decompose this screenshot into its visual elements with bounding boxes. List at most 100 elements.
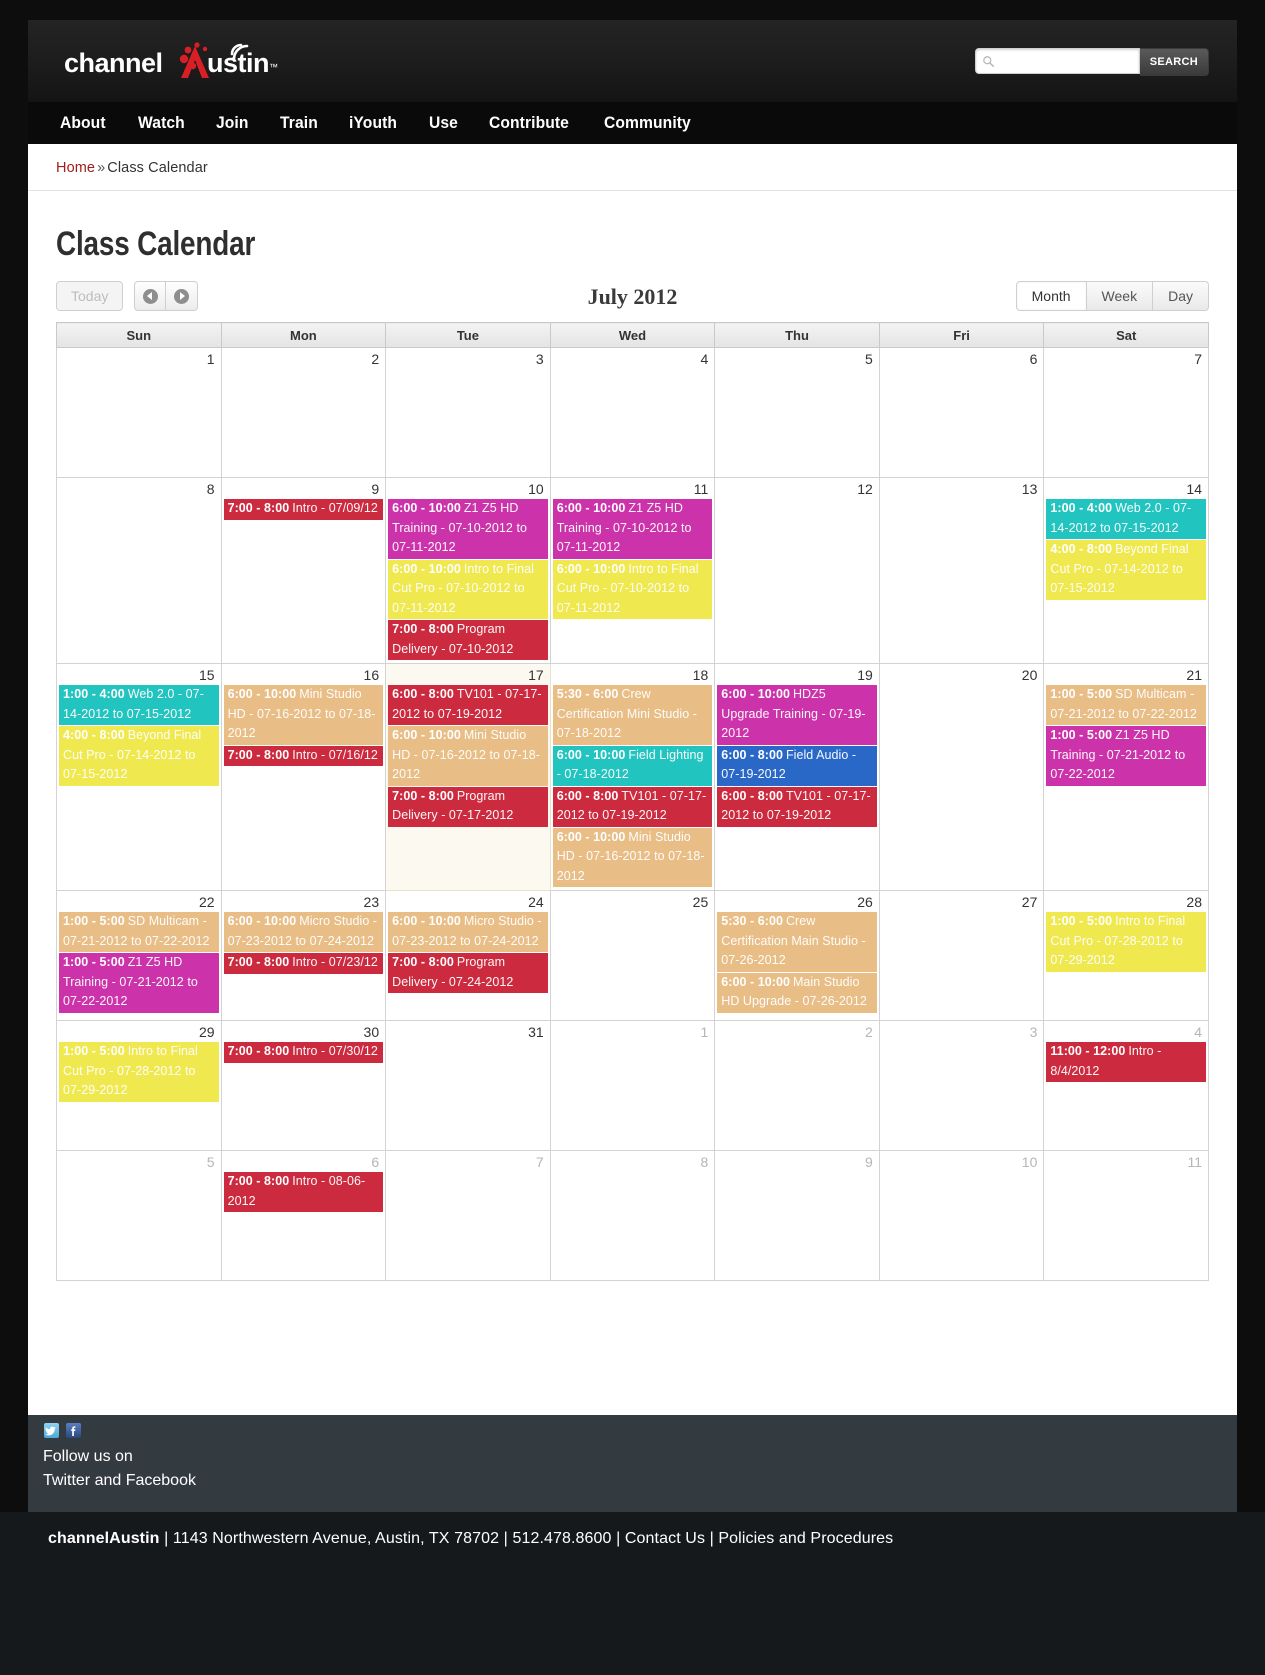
calendar-event[interactable]: 7:00 - 8:00 Intro - 07/30/12 <box>223 1042 384 1063</box>
calendar-event[interactable]: 7:00 - 8:00 Intro - 08-06-2012 <box>223 1172 384 1212</box>
calendar-event[interactable]: 6:00 - 10:00 Micro Studio - 07-23-2012 to… <box>388 912 548 952</box>
calendar-event[interactable]: 11:00 - 12:00 Intro - 8/4/2012 <box>1046 1042 1206 1082</box>
calendar-day-cell[interactable]: 19 6:00 - 10:00 HDZ5 Upgrade Training - 07… <box>714 663 880 891</box>
calendar-event[interactable]: 7:00 - 8:00 Program Delivery - 07-24-2012 <box>388 953 548 993</box>
calendar-day-cell[interactable]: 4 11:00 - 12:00 Intro - 8/4/2012 <box>1043 1020 1209 1151</box>
nav-item-train[interactable]: Train <box>280 113 318 133</box>
calendar-event[interactable]: 6:00 - 10:00 Field Lighting - 07-18-2012 <box>552 745 713 786</box>
search-input[interactable] <box>994 50 1133 72</box>
calendar-day-cell[interactable]: 6 7:00 - 8:00 Intro - 08-06-2012 <box>220 1150 387 1281</box>
nav-item-community[interactable]: Community <box>604 113 691 133</box>
calendar-day-cell[interactable]: 5 <box>714 347 880 478</box>
calendar-event[interactable]: 4:00 - 8:00 Beyond Final Cut Pro - 07-14-… <box>59 726 219 786</box>
footer-contact-link[interactable]: Contact Us <box>625 1530 705 1547</box>
calendar-event[interactable]: 1:00 - 4:00 Web 2.0 - 07-14-2012 to 07-15… <box>59 685 219 725</box>
footer-policies-link[interactable]: Policies and Procedures <box>718 1530 893 1547</box>
calendar-event[interactable]: 1:00 - 4:00 Web 2.0 - 07-14-2012 to 07-15… <box>1046 499 1206 539</box>
calendar-day-cell[interactable]: 12 <box>714 477 880 664</box>
calendar-event[interactable]: 6:00 - 10:00 Mini Studio HD - 07-16-2012 … <box>223 685 384 745</box>
calendar-day-cell[interactable]: 4 <box>549 347 716 478</box>
calendar-event[interactable]: 1:00 - 5:00 SD Multicam - 07-21-2012 to 0… <box>1046 685 1206 725</box>
nav-item-use[interactable]: Use <box>429 113 458 133</box>
calendar-day-cell[interactable]: 8 <box>549 1150 716 1281</box>
search-button[interactable]: SEARCH <box>1139 48 1209 76</box>
nav-item-contribute[interactable]: Contribute <box>489 113 569 133</box>
channelaustin-logo[interactable]: channel ustin ™ <box>64 40 314 88</box>
calendar-day-cell[interactable]: 15 1:00 - 4:00 Web 2.0 - 07-14-2012 to 07-… <box>56 663 222 891</box>
calendar-event[interactable]: 6:00 - 10:00 Intro to Final Cut Pro - 07-… <box>552 559 713 619</box>
nav-item-about[interactable]: About <box>60 113 106 133</box>
calendar-event[interactable]: 7:00 - 8:00 Intro - 07/09/12 <box>223 499 384 520</box>
calendar-event[interactable]: 6:00 - 10:00 Z1 Z5 HD Training - 07-10-20… <box>388 499 548 559</box>
nav-item-join[interactable]: Join <box>216 113 249 133</box>
calendar-event[interactable]: 5:30 - 6:00 Crew Certification Main Studi… <box>717 912 877 972</box>
calendar-day-cell[interactable]: 23 6:00 - 10:00 Micro Studio - 07-23-2012 … <box>220 890 387 1021</box>
calendar-event[interactable]: 6:00 - 10:00 Main Studio HD Upgrade - 07-… <box>717 972 877 1013</box>
calendar-day-cell[interactable]: 20 <box>878 663 1045 891</box>
calendar-event[interactable]: 7:00 - 8:00 Intro - 07/23/12 <box>223 953 384 974</box>
calendar-day-cell[interactable]: 1 <box>56 347 222 478</box>
calendar-day-cell[interactable]: 30 7:00 - 8:00 Intro - 07/30/12 <box>220 1020 387 1151</box>
calendar-day-cell[interactable]: 28 1:00 - 5:00 Intro to Final Cut Pro - 07… <box>1043 890 1209 1021</box>
calendar-day-cell[interactable]: 25 <box>549 890 716 1021</box>
search-form[interactable]: SEARCH <box>974 48 1209 76</box>
calendar-day-cell[interactable]: 2 <box>220 347 387 478</box>
calendar-day-cell[interactable]: 21 1:00 - 5:00 SD Multicam - 07-21-2012 to… <box>1043 663 1209 891</box>
calendar-day-cell[interactable]: 13 <box>878 477 1045 664</box>
calendar-day-cell[interactable]: 7 <box>1043 347 1209 478</box>
calendar-event[interactable]: 5:30 - 6:00 Crew Certification Mini Studi… <box>552 685 713 745</box>
calendar-day-cell[interactable]: 3 <box>878 1020 1045 1151</box>
nav-item-watch[interactable]: Watch <box>138 113 185 133</box>
calendar-day-cell[interactable]: 17 6:00 - 8:00 TV101 - 07-17-2012 to 07-19… <box>385 663 551 891</box>
search-box[interactable] <box>974 48 1140 74</box>
calendar-event[interactable]: 6:00 - 10:00 Intro to Final Cut Pro - 07-… <box>388 559 548 619</box>
calendar-day-cell[interactable]: 14 1:00 - 4:00 Web 2.0 - 07-14-2012 to 07-… <box>1043 477 1209 664</box>
calendar-event[interactable]: 6:00 - 8:00 TV101 - 07-17-2012 to 07-19-2… <box>388 685 548 725</box>
calendar-day-cell[interactable]: 26 5:30 - 6:00 Crew Certification Main Stu… <box>714 890 880 1021</box>
calendar-day-cell[interactable]: 8 <box>56 477 222 664</box>
calendar-day-cell[interactable]: 7 <box>385 1150 551 1281</box>
calendar-day-cell[interactable]: 10 <box>878 1150 1045 1281</box>
calendar-event[interactable]: 6:00 - 8:00 Field Audio - 07-19-2012 <box>717 745 877 786</box>
calendar-day-cell[interactable]: 1 <box>549 1020 716 1151</box>
calendar-event[interactable]: 6:00 - 10:00 Mini Studio HD - 07-16-2012 … <box>552 827 713 887</box>
nav-item-iyouth[interactable]: iYouth <box>349 113 397 133</box>
view-button-day[interactable]: Day <box>1153 281 1209 311</box>
calendar-day-cell[interactable]: 2 <box>714 1020 880 1151</box>
twitter-icon[interactable] <box>44 1423 59 1438</box>
calendar-day-cell[interactable]: 22 1:00 - 5:00 SD Multicam - 07-21-2012 to… <box>56 890 222 1021</box>
calendar-day-cell[interactable]: 9 <box>714 1150 880 1281</box>
calendar-event[interactable]: 1:00 - 5:00 Z1 Z5 HD Training - 07-21-201… <box>59 953 219 1013</box>
calendar-day-cell[interactable]: 6 <box>878 347 1045 478</box>
calendar-day-cell[interactable]: 31 <box>385 1020 551 1151</box>
view-button-month[interactable]: Month <box>1015 281 1087 311</box>
calendar-event[interactable]: 7:00 - 8:00 Intro - 07/16/12 <box>223 745 384 766</box>
view-button-week[interactable]: Week <box>1086 281 1154 311</box>
calendar-day-cell[interactable]: 5 <box>56 1150 222 1281</box>
calendar-day-cell[interactable]: 3 <box>385 347 551 478</box>
calendar-event[interactable]: 6:00 - 10:00 HDZ5 Upgrade Training - 07-1… <box>717 685 877 745</box>
calendar-day-cell[interactable]: 11 <box>1043 1150 1209 1281</box>
calendar-event[interactable]: 6:00 - 8:00 TV101 - 07-17-2012 to 07-19-2… <box>552 786 713 827</box>
calendar-event[interactable]: 1:00 - 5:00 SD Multicam - 07-21-2012 to 0… <box>59 912 219 952</box>
calendar-event[interactable]: 7:00 - 8:00 Program Delivery - 07-10-2012 <box>388 620 548 660</box>
calendar-day-cell[interactable]: 9 7:00 - 8:00 Intro - 07/09/12 <box>220 477 387 664</box>
calendar-day-cell[interactable]: 29 1:00 - 5:00 Intro to Final Cut Pro - 07… <box>56 1020 222 1151</box>
calendar-event[interactable]: 6:00 - 10:00 Micro Studio - 07-23-2012 to… <box>223 912 384 952</box>
calendar-day-cell[interactable]: 16 6:00 - 10:00 Mini Studio HD - 07-16-201… <box>220 663 387 891</box>
calendar-day-cell[interactable]: 11 6:00 - 10:00 Z1 Z5 HD Training - 07-10-… <box>549 477 716 664</box>
calendar-day-cell[interactable]: 18 5:30 - 6:00 Crew Certification Mini Stu… <box>549 663 716 891</box>
calendar-event[interactable]: 1:00 - 5:00 Intro to Final Cut Pro - 07-2… <box>59 1042 219 1102</box>
calendar-event[interactable]: 1:00 - 5:00 Z1 Z5 HD Training - 07-21-201… <box>1046 726 1206 786</box>
calendar-event[interactable]: 7:00 - 8:00 Program Delivery - 07-17-2012 <box>388 786 548 827</box>
facebook-icon[interactable] <box>66 1423 81 1438</box>
calendar-day-cell[interactable]: 10 6:00 - 10:00 Z1 Z5 HD Training - 07-10-… <box>385 477 551 664</box>
calendar-day-cell[interactable]: 27 <box>878 890 1045 1021</box>
calendar-event[interactable]: 1:00 - 5:00 Intro to Final Cut Pro - 07-2… <box>1046 912 1206 972</box>
breadcrumb-home-link[interactable]: Home <box>56 160 95 176</box>
calendar-day-cell[interactable]: 24 6:00 - 10:00 Micro Studio - 07-23-2012 … <box>385 890 551 1021</box>
calendar-event[interactable]: 4:00 - 8:00 Beyond Final Cut Pro - 07-14-… <box>1046 540 1206 600</box>
calendar-event[interactable]: 6:00 - 10:00 Mini Studio HD - 07-16-2012 … <box>388 726 548 786</box>
calendar-event[interactable]: 6:00 - 10:00 Z1 Z5 HD Training - 07-10-20… <box>552 499 713 559</box>
calendar-event[interactable]: 6:00 - 8:00 TV101 - 07-17-2012 to 07-19-2… <box>717 786 877 827</box>
